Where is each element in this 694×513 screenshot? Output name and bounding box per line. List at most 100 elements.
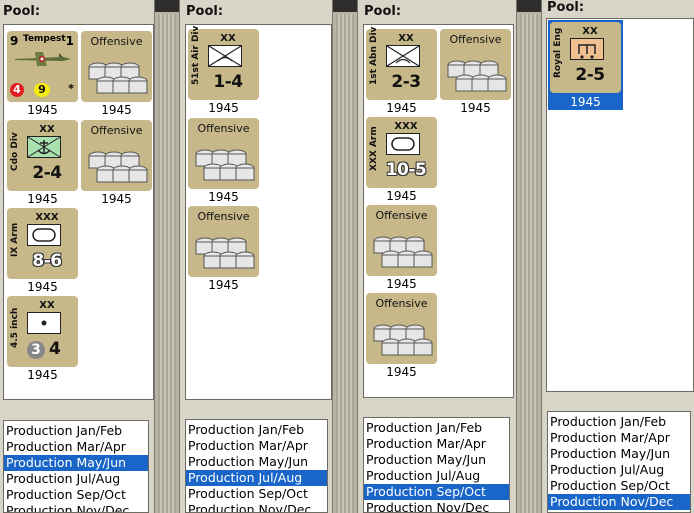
list-item[interactable]: Production May/Jun [548,446,690,462]
counter-year: 1945 [101,103,132,117]
abn1-counter[interactable]: 1st Abn Div XX 2-3 [366,26,437,100]
counter-year: 1945 [27,280,58,294]
royal-eng-counter[interactable]: Royal Eng XX 2-5 [550,22,621,93]
star-mark: * [68,82,74,95]
cdo-div-counter[interactable]: Cdo Div XX 2-4 [7,120,78,191]
unit-designation: 51st Air Div [191,25,201,85]
list-item[interactable]: Production Sep/Oct [548,478,690,494]
list-item[interactable]: Production Sep/Oct [186,486,327,502]
unit-size: XXX [394,121,418,132]
list-item[interactable]: Production Jul/Aug [4,471,148,487]
production-list[interactable]: Production Jan/Feb Production Mar/Apr Pr… [185,419,328,513]
xxx-arm-counter[interactable]: XXX Arm XXX 10-5 [366,117,437,188]
unit-strength: 2-5 [575,65,605,85]
supply-barrels-icon [373,236,433,268]
offensive-label: Offensive [90,35,143,48]
offensive-label: Offensive [197,122,250,135]
counter-year: 1945 [386,277,417,291]
unit-designation: 1st Abn Div [369,26,379,85]
list-item[interactable]: Production Jan/Feb [186,422,327,438]
offensive-label: Offensive [197,210,250,223]
counter-year: 1945 [386,365,417,379]
unit-size: XXX [35,212,59,223]
unit-size: XX [582,26,598,37]
counter-year: 1945 [550,95,621,109]
unit-strength: 2-3 [391,72,421,92]
supply-barrels-icon [195,149,255,181]
list-item[interactable]: Production May/Jun [186,454,327,470]
list-item[interactable]: Production Nov/Dec [4,503,148,512]
tempest-counter[interactable]: 9 Tempest 1 4 9 * [7,31,78,102]
counter-year: 1945 [27,192,58,206]
list-item[interactable]: Production Sep/Oct [4,487,148,503]
unit-strength: 10-5 [385,160,427,180]
airborne-infantry-icon [208,45,242,67]
production-list[interactable]: Production Jan/Feb Production Mar/Apr Pr… [363,417,510,513]
offensive-counter[interactable]: Offensive [366,205,437,276]
list-item-selected[interactable]: Production May/Jun [4,455,148,471]
armor-icon [391,137,415,151]
list-item[interactable]: Production Mar/Apr [4,439,148,455]
offensive-counter[interactable]: Offensive [366,293,437,364]
offensive-counter[interactable]: Offensive [81,31,152,102]
unit-designation: XXX Arm [369,126,379,172]
unit-size: XX [39,300,55,311]
production-list[interactable]: Production Jan/Feb Production Mar/Apr Pr… [547,411,691,513]
tempest-left-value: 9 [10,34,19,48]
aircraft-icon [15,52,71,66]
offensive-label: Offensive [375,209,428,222]
list-item[interactable]: Production May/Jun [364,452,509,468]
ix-arm-counter[interactable]: IX Arm XXX 8-6 [7,208,78,279]
offensive-label: Offensive [90,124,143,137]
list-item[interactable]: Production Mar/Apr [186,438,327,454]
list-item[interactable]: Production Nov/Dec [364,500,509,512]
unit-designation: 4.5 inch [10,307,20,349]
list-item[interactable]: Production Jan/Feb [364,420,509,436]
counter-year: 1945 [27,368,58,382]
supply-barrels-icon [195,237,255,269]
list-item[interactable]: Production Mar/Apr [364,436,509,452]
list-item-selected[interactable]: Production Sep/Oct [364,484,509,500]
pool-panel-1: Pool: 9 Tempest 1 4 9 * 1945 Offensive 1… [0,0,154,513]
unit-designation: IX Arm [10,222,20,258]
list-item[interactable]: Production Nov/Dec [186,502,327,512]
pool-panel-3: Pool: 1st Abn Div XX 2-3 1945 Offensive [358,0,516,513]
splitter[interactable] [332,0,358,513]
offensive-counter[interactable]: Offensive [188,206,259,277]
offensive-counter[interactable]: Offensive [188,118,259,189]
pool-label: Pool: [364,4,402,19]
offensive-label: Offensive [375,297,428,310]
gray-badge: 3 [27,341,45,359]
unit-designation: Royal Eng [553,27,563,78]
list-item[interactable]: Production Mar/Apr [548,430,690,446]
splitter[interactable] [516,0,542,513]
counter-year: 1945 [208,278,239,292]
list-item[interactable]: Production Jan/Feb [548,414,690,430]
offensive-label: Offensive [449,33,502,46]
pool-area: Royal Eng XX 2-5 1945 [546,18,694,392]
supply-barrels-icon [447,60,507,92]
production-list[interactable]: Production Jan/Feb Production Mar/Apr Pr… [3,420,149,513]
offensive-counter[interactable]: Offensive [440,29,511,100]
unit-strength: 2-4 [32,163,62,183]
armor-icon [32,228,56,242]
list-item[interactable]: Production Jan/Feb [4,423,148,439]
list-item-selected[interactable]: Production Jul/Aug [186,470,327,486]
artillery-icon [41,320,47,326]
unit-strength: 1-4 [213,72,243,92]
inch45-counter[interactable]: 4.5 inch XX 3 4 [7,296,78,367]
air51-counter[interactable]: 51st Air Div XX 1-4 [188,25,259,100]
list-item[interactable]: Production Jul/Aug [548,462,690,478]
red-badge: 4 [10,83,24,97]
tempest-name: Tempest [23,34,66,44]
list-item[interactable]: Production Jul/Aug [364,468,509,484]
unit-size: XX [39,124,55,135]
unit-designation: Cdo Div [10,132,20,172]
list-item-selected[interactable]: Production Nov/Dec [548,494,690,510]
pool-panel-4: Pool: Royal Eng XX 2-5 1945 Production J… [542,0,694,513]
unit-strength: 4 [49,339,61,359]
pool-label: Pool: [547,0,585,15]
splitter[interactable] [154,0,180,513]
supply-barrels-icon [88,62,148,94]
offensive-counter[interactable]: Offensive [81,120,152,191]
